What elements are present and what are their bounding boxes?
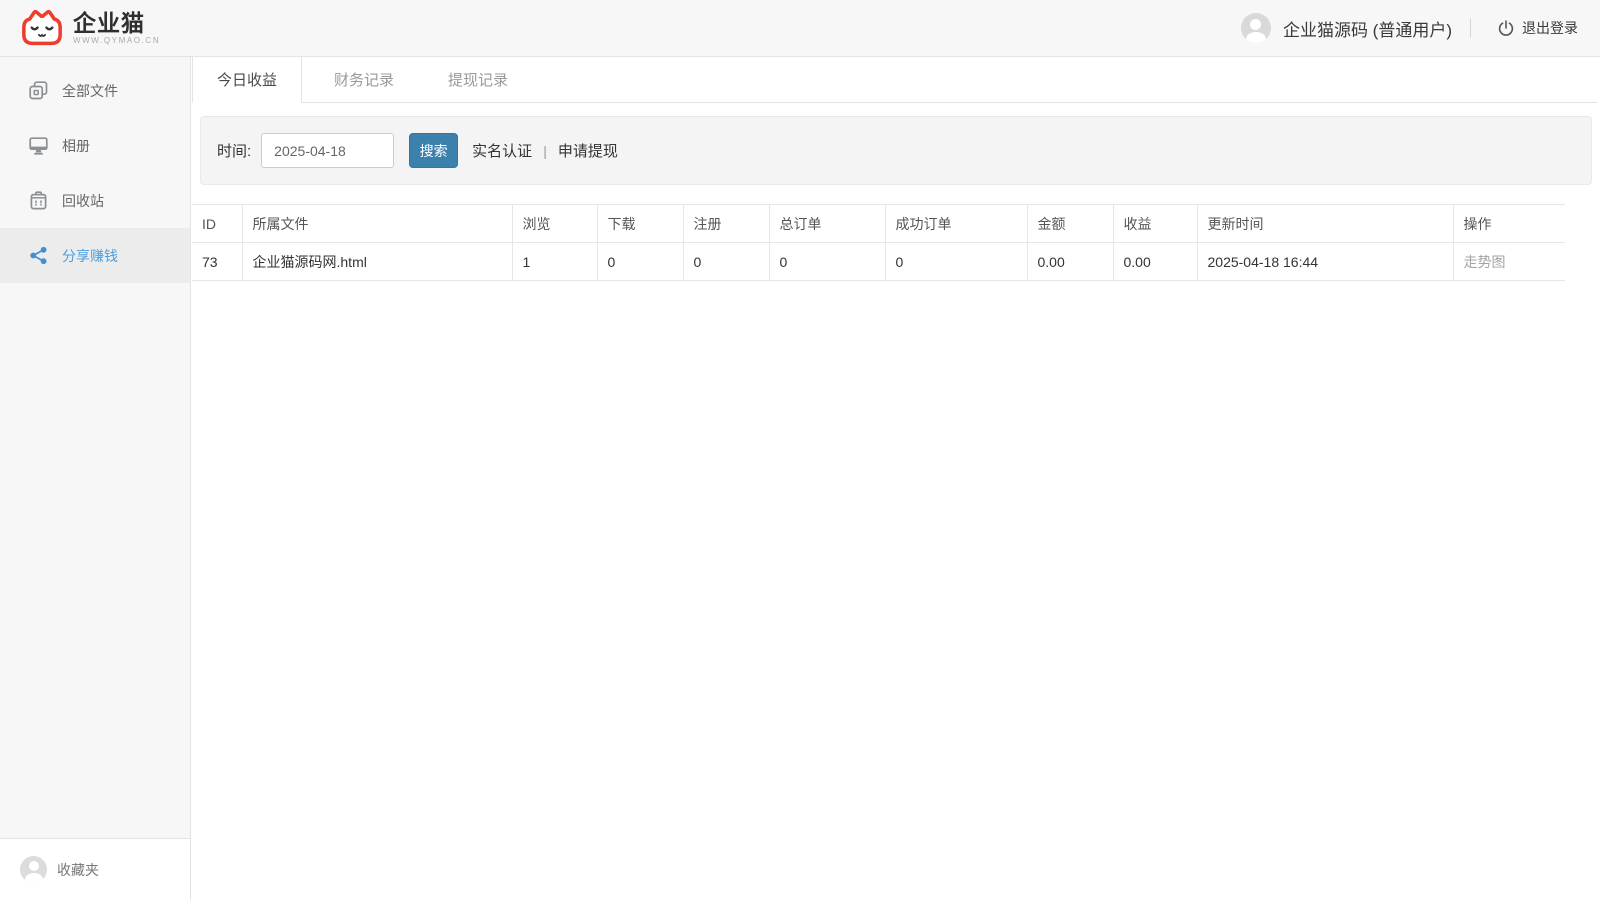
link-separator: | <box>543 143 547 159</box>
brand-domain: WWW.QYMAO.CN <box>73 36 160 45</box>
main-content: 今日收益 财务记录 提现记录 时间: 搜索 实名认证 | 申请提现 ID所属文件… <box>192 57 1600 900</box>
sidebar-item-label: 相册 <box>62 136 90 156</box>
date-input[interactable] <box>261 133 394 168</box>
share-icon <box>29 246 48 265</box>
header-divider <box>1470 18 1471 38</box>
column-header: 注册 <box>683 205 769 243</box>
column-header: 更新时间 <box>1197 205 1453 243</box>
table-cell: 企业猫源码网.html <box>242 243 512 281</box>
column-header: 总订单 <box>769 205 885 243</box>
table-cell: 73 <box>192 243 242 281</box>
brand-logo: 企业猫 WWW.QYMAO.CN <box>20 9 160 47</box>
cat-logo-icon <box>20 9 64 47</box>
brand-name: 企业猫 <box>73 11 160 35</box>
logout-label: 退出登录 <box>1522 18 1578 38</box>
trend-chart-link[interactable]: 走势图 <box>1464 254 1506 270</box>
column-header: 下载 <box>597 205 683 243</box>
sidebar-item-album[interactable]: 相册 <box>0 118 190 173</box>
table-cell: 0 <box>597 243 683 281</box>
user-avatar[interactable] <box>1241 13 1271 43</box>
time-label: 时间: <box>217 140 251 161</box>
search-button[interactable]: 搜索 <box>409 133 458 168</box>
trash-icon <box>29 191 48 210</box>
column-header: ID <box>192 205 242 243</box>
sidebar-favorites[interactable]: 收藏夹 <box>0 838 190 900</box>
favorites-avatar-icon <box>20 856 47 883</box>
table-cell: 2025-04-18 16:44 <box>1197 243 1453 281</box>
column-header: 金额 <box>1027 205 1113 243</box>
realname-verify-link[interactable]: 实名认证 <box>472 140 532 161</box>
table-cell: 1 <box>512 243 597 281</box>
apply-withdraw-link[interactable]: 申请提现 <box>558 140 618 161</box>
power-icon <box>1497 19 1522 37</box>
filter-panel: 时间: 搜索 实名认证 | 申请提现 <box>200 116 1592 185</box>
column-header: 操作 <box>1453 205 1565 243</box>
table-cell: 走势图 <box>1453 243 1565 281</box>
table-row: 73企业猫源码网.html100000.000.002025-04-18 16:… <box>192 243 1565 281</box>
column-header: 浏览 <box>512 205 597 243</box>
sidebar-item-label: 全部文件 <box>62 81 118 101</box>
sidebar-item-share-earn[interactable]: 分享赚钱 <box>0 228 190 283</box>
logout-button[interactable]: 退出登录 <box>1497 18 1578 38</box>
table-cell: 0 <box>683 243 769 281</box>
tab-bar: 今日收益 财务记录 提现记录 <box>192 57 1597 103</box>
table-cell: 0.00 <box>1027 243 1113 281</box>
table-cell: 0 <box>769 243 885 281</box>
files-icon <box>29 81 48 100</box>
favorites-label: 收藏夹 <box>57 860 99 880</box>
sidebar-item-label: 分享赚钱 <box>62 246 118 266</box>
sidebar-item-label: 回收站 <box>62 191 104 211</box>
tab-finance-records[interactable]: 财务记录 <box>312 57 416 102</box>
username-label: 企业猫源码 (普通用户) <box>1283 16 1452 41</box>
tab-today-earnings[interactable]: 今日收益 <box>192 57 302 103</box>
sidebar: 全部文件 相册 回收站 <box>0 57 191 900</box>
earnings-table: ID所属文件浏览下载注册总订单成功订单金额收益更新时间操作 73企业猫源码网.h… <box>192 204 1565 281</box>
app-header: 企业猫 WWW.QYMAO.CN 企业猫源码 (普通用户) 退出登录 <box>0 0 1600 57</box>
tab-withdraw-records[interactable]: 提现记录 <box>426 57 530 102</box>
sidebar-item-all-files[interactable]: 全部文件 <box>0 63 190 118</box>
column-header: 收益 <box>1113 205 1197 243</box>
table-cell: 0 <box>885 243 1027 281</box>
table-cell: 0.00 <box>1113 243 1197 281</box>
column-header: 成功订单 <box>885 205 1027 243</box>
table-header-row: ID所属文件浏览下载注册总订单成功订单金额收益更新时间操作 <box>192 205 1565 243</box>
monitor-icon <box>29 136 48 155</box>
column-header: 所属文件 <box>242 205 512 243</box>
sidebar-item-recycle-bin[interactable]: 回收站 <box>0 173 190 228</box>
